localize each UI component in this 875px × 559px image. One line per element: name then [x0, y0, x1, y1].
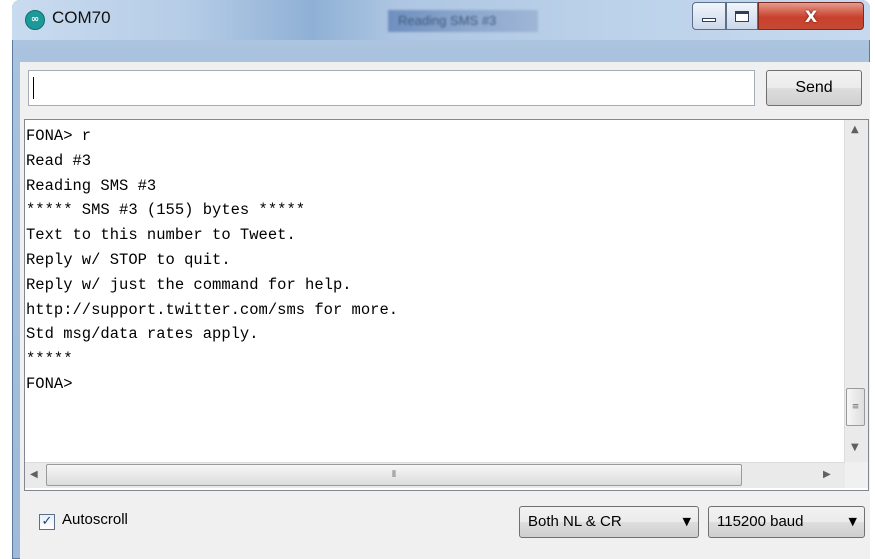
- output-line: Std msg/data rates apply.: [26, 325, 259, 344]
- checkmark-icon: ✓: [41, 514, 53, 529]
- baud-rate-select[interactable]: 115200 baud ▼: [708, 506, 865, 538]
- scroll-up-arrow-icon[interactable]: ▲: [851, 124, 859, 135]
- maximize-icon: [735, 10, 749, 22]
- output-line: Reply w/ STOP to quit.: [26, 250, 231, 269]
- chevron-down-icon: ▼: [848, 515, 857, 528]
- output-line: FONA> r: [26, 127, 92, 145]
- line-ending-value: Both NL & CR: [528, 513, 622, 530]
- scroll-down-arrow-icon[interactable]: ▼: [851, 442, 859, 453]
- maximize-button[interactable]: [726, 2, 758, 30]
- scrollbar-corner: [845, 462, 868, 488]
- scroll-right-arrow-icon[interactable]: ▶: [823, 469, 831, 480]
- autoscroll-checkbox[interactable]: ✓: [39, 514, 55, 530]
- output-line: Reading SMS #3: [26, 176, 157, 195]
- arduino-infinity-icon: ∞: [25, 10, 45, 30]
- output-line: ***** SMS #3 (155) bytes *****: [26, 201, 306, 220]
- output-line: Reply w/ just the command for help.: [26, 275, 352, 294]
- minimize-icon: [702, 18, 716, 22]
- serial-output-lines: FONA> r Read #3 Reading SMS #3 ***** SMS…: [26, 124, 398, 397]
- scroll-left-arrow-icon[interactable]: ◀: [30, 469, 38, 480]
- autoscroll-label: Autoscroll: [62, 511, 128, 528]
- minimize-button[interactable]: [692, 2, 726, 30]
- serial-send-input[interactable]: [28, 70, 755, 106]
- text-cursor: [33, 77, 34, 99]
- background-window-title: Reading SMS #3: [388, 10, 538, 32]
- horizontal-scroll-thumb[interactable]: ⦀: [46, 464, 742, 486]
- baud-rate-value: 115200 baud: [717, 513, 804, 530]
- output-line: FONA>: [26, 374, 73, 393]
- vertical-scroll-thumb[interactable]: ≡: [846, 388, 865, 426]
- close-icon: X: [804, 6, 818, 26]
- send-button[interactable]: Send: [766, 70, 862, 106]
- output-line: http://support.twitter.com/sms for more.: [26, 300, 399, 319]
- close-button[interactable]: X: [758, 2, 864, 30]
- line-ending-select[interactable]: Both NL & CR ▼: [519, 506, 699, 538]
- chevron-down-icon: ▼: [682, 515, 691, 528]
- output-line: Text to this number to Tweet.: [26, 226, 296, 245]
- output-line: Read #3: [26, 151, 92, 170]
- output-line: *****: [26, 350, 73, 369]
- window-title: COM70: [52, 8, 111, 27]
